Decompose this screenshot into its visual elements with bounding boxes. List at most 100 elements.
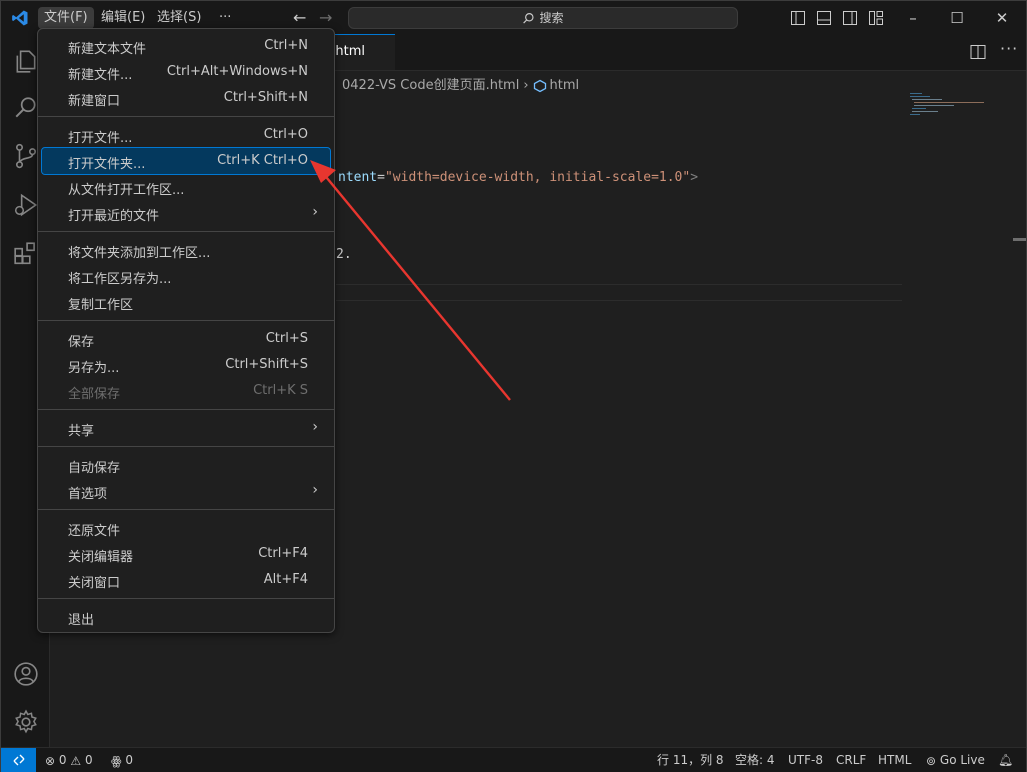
minimize-icon[interactable]: – xyxy=(893,7,933,29)
accounts-icon[interactable] xyxy=(13,661,39,687)
back-arrow-icon[interactable]: ← xyxy=(293,8,306,27)
menu-more[interactable]: ··· xyxy=(213,7,237,29)
close-icon[interactable]: ✕ xyxy=(982,7,1022,29)
menu-separator xyxy=(38,320,334,321)
menu-item[interactable]: 新建窗口 Ctrl+Shift+N xyxy=(42,85,330,111)
menu-item[interactable]: 复制工作区 xyxy=(42,289,330,315)
menu-selection[interactable]: 选择(S) xyxy=(151,7,207,29)
toggle-secondary-sidebar-icon[interactable] xyxy=(843,11,857,25)
vscode-logo-icon xyxy=(12,10,28,26)
notifications-bell-icon[interactable]: 🔔︎ xyxy=(998,752,1013,768)
menu-separator xyxy=(38,509,334,510)
ports-status[interactable]: ꙮ 0 xyxy=(111,752,133,768)
menu-item[interactable]: 保存 Ctrl+S xyxy=(42,326,330,352)
menu-item-label: 将文件夹添加到工作区... xyxy=(68,246,211,261)
indentation-status[interactable]: 空格: 4 xyxy=(735,752,775,768)
status-bar: ⊗ 0 ⚠ 0 ꙮ 0 行 11，列 8 空格: 4 UTF-8 CRLF HT… xyxy=(1,747,1026,772)
menu-edit[interactable]: 编辑(E) xyxy=(95,7,151,29)
language-mode[interactable]: HTML xyxy=(878,752,911,768)
forward-arrow-icon[interactable]: → xyxy=(319,8,332,27)
menu-item[interactable]: 打开最近的文件 › xyxy=(42,200,330,226)
extensions-icon[interactable] xyxy=(13,240,39,266)
menu-item-label: 另存为... xyxy=(68,361,120,376)
manage-gear-icon[interactable] xyxy=(13,709,39,735)
search-sidebar-icon[interactable] xyxy=(13,95,39,121)
menu-item[interactable]: 将工作区另存为... xyxy=(42,263,330,289)
toggle-primary-sidebar-icon[interactable] xyxy=(791,11,805,25)
command-center-search[interactable]: 搜索 xyxy=(348,7,738,29)
menu-item-shortcut: Ctrl+K Ctrl+O xyxy=(217,153,308,168)
file-menu-dropdown: 新建文本文件 Ctrl+N 新建文件... Ctrl+Alt+Windows+N 新建窗… xyxy=(37,28,335,633)
cursor-position[interactable]: 行 11，列 8 xyxy=(657,752,724,768)
menu-item[interactable]: 从文件打开工作区... xyxy=(42,174,330,200)
menu-item-label: 共享 xyxy=(68,424,95,439)
more-actions-icon[interactable]: ··· xyxy=(1000,39,1018,58)
menu-item[interactable]: 将文件夹添加到工作区... xyxy=(42,237,330,263)
menu-separator xyxy=(38,446,334,447)
customize-layout-icon[interactable] xyxy=(869,11,883,25)
menu-item-label: 复制工作区 xyxy=(68,298,134,313)
scrollbar-position-marker[interactable] xyxy=(1013,238,1026,241)
menu-item-label: 打开文件夹... xyxy=(68,157,146,172)
menu-item[interactable]: 自动保存 xyxy=(42,452,330,478)
menu-item-label: 从文件打开工作区... xyxy=(68,183,185,198)
menu-item-label: 关闭编辑器 xyxy=(68,550,134,565)
minimap[interactable] xyxy=(908,92,988,122)
menu-separator xyxy=(38,231,334,232)
menu-item[interactable]: 首选项 › xyxy=(42,478,330,504)
split-editor-icon[interactable] xyxy=(970,44,986,60)
menu-item[interactable]: 共享 › xyxy=(42,415,330,441)
search-label: 搜索 xyxy=(539,11,564,25)
eol-status[interactable]: CRLF xyxy=(836,752,866,768)
radio-tower-icon: ⊚ xyxy=(926,753,937,768)
breadcrumb-file[interactable]: 0422-VS Code创建页面.html xyxy=(342,78,519,93)
menu-file[interactable]: 文件(F) xyxy=(38,7,94,29)
menu-item-shortcut: Ctrl+S xyxy=(265,331,308,346)
menu-item-shortcut: Ctrl+F4 xyxy=(258,546,308,561)
problems-status[interactable]: ⊗ 0 ⚠ 0 xyxy=(45,752,93,768)
menu-item-shortcut: Alt+F4 xyxy=(263,572,308,587)
menu-item[interactable]: 关闭窗口 Alt+F4 xyxy=(42,567,330,593)
menu-item-shortcut: Ctrl+Alt+Windows+N xyxy=(166,64,308,79)
current-line-border-top xyxy=(336,284,902,285)
menu-item-label: 新建文本文件 xyxy=(68,42,147,57)
menu-item-label: 首选项 xyxy=(68,487,108,502)
menu-separator xyxy=(38,409,334,410)
menu-item[interactable]: 关闭编辑器 Ctrl+F4 xyxy=(42,541,330,567)
toggle-panel-icon[interactable] xyxy=(817,11,831,25)
code-line-text[interactable]: 2. xyxy=(336,247,352,262)
menu-item[interactable]: 另存为... Ctrl+Shift+S xyxy=(42,352,330,378)
menu-item-label: 将工作区另存为... xyxy=(68,272,172,287)
menu-item[interactable]: 退出 xyxy=(42,604,330,630)
menu-item-label: 关闭窗口 xyxy=(68,576,121,591)
go-live-button[interactable]: ⊚ Go Live xyxy=(926,752,985,768)
menu-item[interactable]: 打开文件... Ctrl+O xyxy=(42,122,330,148)
search-icon xyxy=(523,13,535,24)
menu-item: 全部保存 Ctrl+K S xyxy=(42,378,330,404)
menu-item-label: 退出 xyxy=(68,613,95,628)
menu-item-shortcut: Ctrl+N xyxy=(264,38,308,53)
error-icon: ⊗ xyxy=(45,753,56,768)
broadcast-icon: ꙮ xyxy=(111,753,122,768)
menu-item-label: 打开最近的文件 xyxy=(68,209,160,224)
menu-item[interactable]: 打开文件夹... Ctrl+K Ctrl+O xyxy=(41,147,331,175)
remote-indicator[interactable] xyxy=(1,748,36,772)
maximize-icon[interactable]: ☐ xyxy=(937,7,977,29)
explorer-icon[interactable] xyxy=(13,48,39,74)
breadcrumb-symbol[interactable]: html xyxy=(550,78,580,93)
encoding-status[interactable]: UTF-8 xyxy=(788,752,823,768)
menu-item[interactable]: 新建文件... Ctrl+Alt+Windows+N xyxy=(42,59,330,85)
current-line-border-bottom xyxy=(336,300,902,301)
chevron-right-icon: › xyxy=(312,419,318,435)
tab-title: .html xyxy=(331,44,365,59)
source-control-icon[interactable] xyxy=(13,143,39,169)
code-line-meta[interactable]: ntent="width=device-width, initial-scale… xyxy=(338,170,698,185)
menu-separator xyxy=(38,116,334,117)
menu-item-shortcut: Ctrl+Shift+S xyxy=(225,357,308,372)
run-debug-icon[interactable] xyxy=(13,192,39,218)
menu-item-label: 新建窗口 xyxy=(68,94,121,109)
menu-item[interactable]: 还原文件 xyxy=(42,515,330,541)
menu-item-label: 全部保存 xyxy=(68,387,121,402)
chevron-right-icon: › xyxy=(312,482,318,498)
menu-item[interactable]: 新建文本文件 Ctrl+N xyxy=(42,33,330,59)
